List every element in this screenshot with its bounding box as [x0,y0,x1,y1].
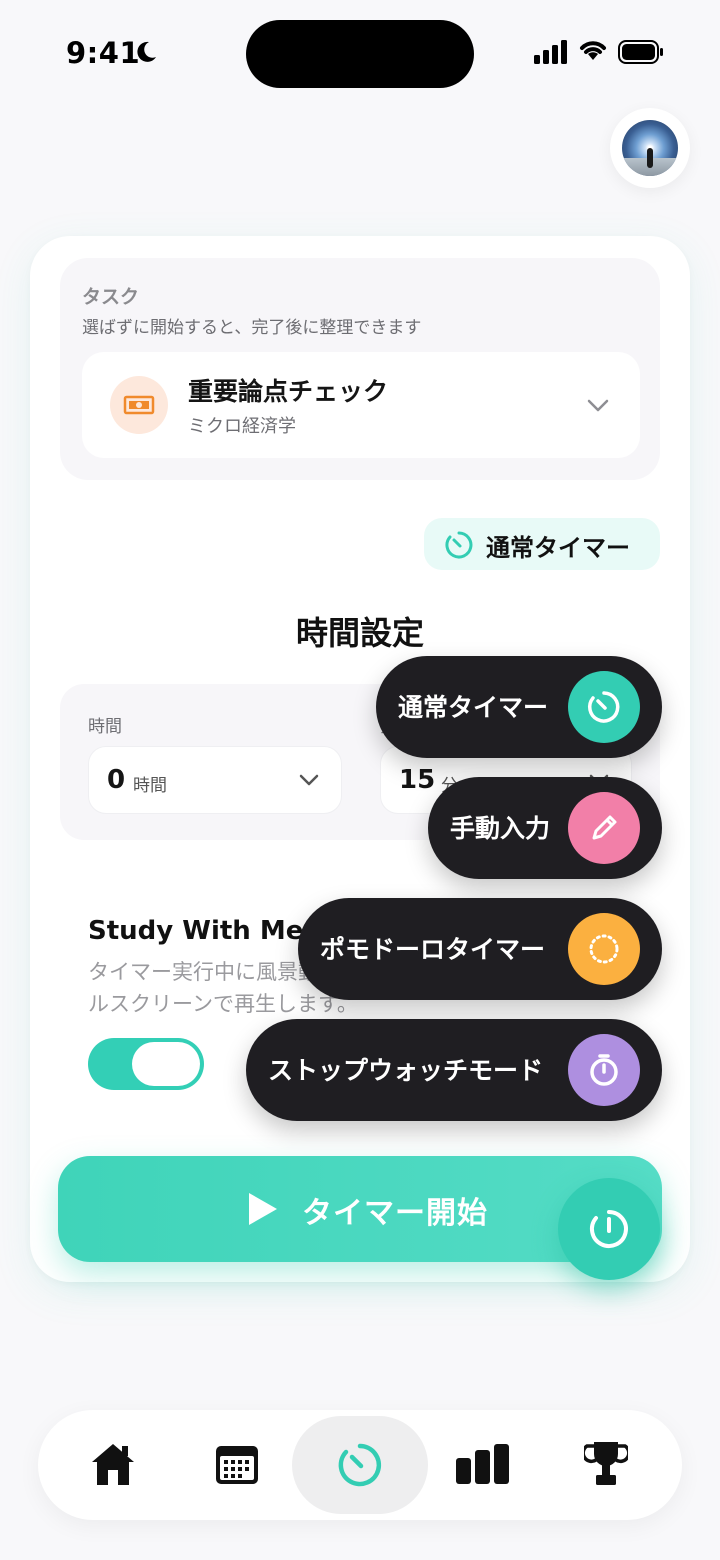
status-time: 9:41 [66,36,141,70]
menu-item-label: 手動入力 [450,814,551,843]
bar-chart-icon[interactable] [454,1444,512,1486]
timer-icon [587,691,620,723]
battery-icon [618,40,663,64]
hours-label: 時間 [88,717,122,737]
trophy-icon[interactable] [584,1440,628,1488]
task-section-subtitle: 選ばずに開始すると、完了後に整理できます [82,318,422,338]
menu-item-icon-badge [568,671,640,743]
menu-item-manual-input[interactable]: 手動入力 [428,777,662,879]
pencil-icon [592,815,617,840]
menu-item-normal-timer[interactable]: 通常タイマー [376,656,662,758]
chevron-down-icon[interactable] [586,398,610,414]
money-icon [123,395,155,415]
dotted-circle-icon [589,934,619,964]
timer-mode-chip[interactable]: 通常タイマー [424,518,660,570]
stopwatch-icon [590,1054,618,1086]
wifi-icon [580,41,606,60]
play-icon [249,1193,277,1225]
hours-value: 0 [107,765,126,795]
menu-item-label: ポモドーロタイマー [320,935,546,964]
moon-icon [137,41,156,62]
timer-mode-fab[interactable] [558,1178,660,1280]
chevron-down-icon [299,774,319,786]
study-with-me-toggle[interactable] [88,1038,204,1090]
timer-mode-chip-label: 通常タイマー [486,534,630,562]
menu-item-icon-badge [568,913,640,985]
profile-avatar-button[interactable] [610,108,690,188]
hours-select[interactable]: 0 時間 [88,746,342,814]
menu-item-icon-badge [568,1034,640,1106]
menu-item-label: ストップウォッチモード [268,1056,544,1085]
home-icon[interactable] [88,1440,138,1488]
status-bar: 9:41 [0,0,720,110]
start-timer-label: タイマー開始 [302,1196,488,1231]
cellular-signal-icon [534,40,567,64]
timer-icon [590,1210,628,1248]
task-icon-badge [110,376,168,434]
time-settings-title: 時間設定 [295,614,424,652]
toggle-knob [132,1042,200,1086]
selected-task-subject: ミクロ経済学 [188,416,296,437]
calendar-icon[interactable] [214,1442,260,1486]
timer-icon[interactable] [336,1442,384,1488]
task-section-title: タスク [82,286,140,308]
dynamic-island [246,20,474,88]
minutes-value: 15 [399,765,436,795]
timer-icon [445,531,473,559]
menu-item-label: 通常タイマー [398,693,549,722]
menu-item-icon-badge [568,792,640,864]
selected-task-name: 重要論点チェック [188,377,389,406]
avatar [622,120,678,176]
menu-item-stopwatch-mode[interactable]: ストップウォッチモード [246,1019,662,1121]
hours-unit: 時間 [133,776,167,796]
menu-item-pomodoro-timer[interactable]: ポモドーロタイマー [298,898,662,1000]
